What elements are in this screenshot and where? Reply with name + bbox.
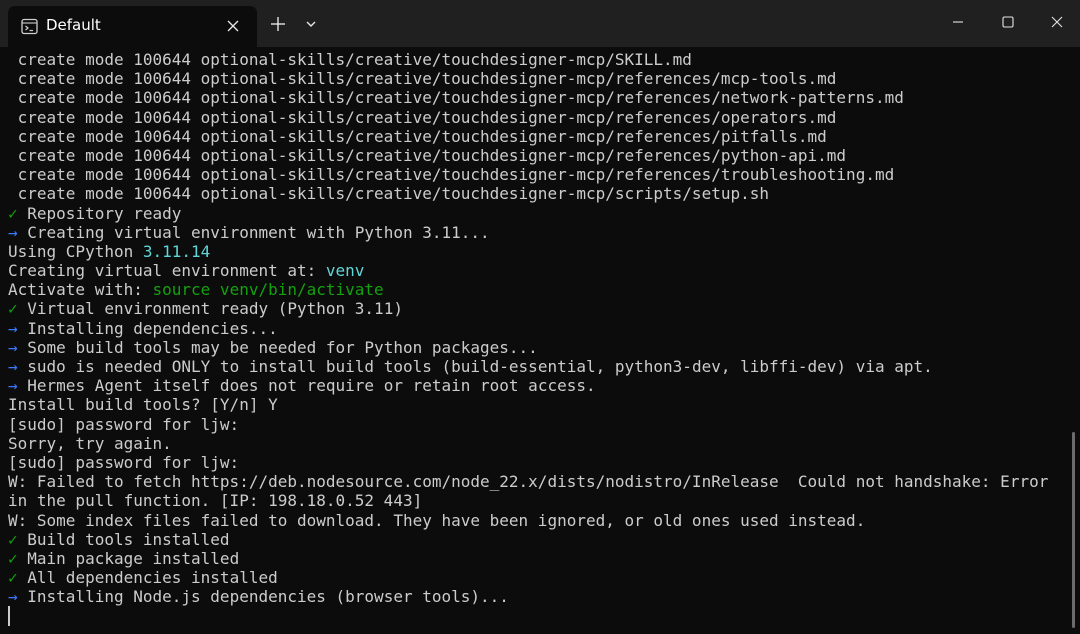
- terminal-text: Main package installed: [17, 548, 240, 568]
- terminal-line: in the pull function. [IP: 198.18.0.52 4…: [8, 491, 1048, 510]
- terminal-text: create mode 100644 optional-skills/creat…: [8, 145, 847, 165]
- terminal-text: Using CPython: [8, 241, 143, 261]
- terminal-text: 3.11.14: [142, 241, 211, 261]
- terminal-text: Installing Node.js dependencies (browser…: [17, 587, 509, 607]
- terminal-text: create mode 100644 optional-skills/creat…: [8, 165, 895, 185]
- terminal-line: create mode 100644 optional-skills/creat…: [8, 88, 1048, 107]
- text-cursor: [8, 606, 10, 626]
- terminal-text: Build tools installed: [17, 529, 230, 549]
- terminal-line: → Installing dependencies...: [8, 319, 1048, 338]
- terminal-line: ✓ Repository ready: [8, 204, 1048, 223]
- terminal-icon: [21, 18, 38, 35]
- check-icon: ✓: [8, 299, 18, 319]
- check-icon: ✓: [8, 548, 18, 568]
- title-bar[interactable]: Default: [0, 0, 1080, 47]
- new-tab-plus-icon[interactable]: [268, 14, 288, 34]
- terminal-text: Install build tools? [Y/n] Y: [8, 395, 278, 415]
- terminal-text: W: Failed to fetch https://deb.nodesourc…: [8, 472, 1049, 492]
- terminal-line: create mode 100644 optional-skills/creat…: [8, 127, 1048, 146]
- arrow-right-icon: →: [8, 587, 18, 607]
- tab-title: Default: [46, 16, 101, 34]
- terminal-line: ✓ Virtual environment ready (Python 3.11…: [8, 299, 1048, 318]
- terminal-text: Virtual environment ready (Python 3.11): [17, 299, 403, 319]
- scrollbar-thumb[interactable]: [1072, 432, 1075, 628]
- terminal-line: create mode 100644 optional-skills/creat…: [8, 69, 1048, 88]
- terminal-line: ✓ All dependencies installed: [8, 568, 1048, 587]
- terminal-text: Repository ready: [17, 203, 182, 223]
- terminal-line: create mode 100644 optional-skills/creat…: [8, 108, 1048, 127]
- terminal-text: create mode 100644 optional-skills/creat…: [8, 126, 827, 146]
- terminal-line: → sudo is needed ONLY to install build t…: [8, 357, 1048, 376]
- terminal-line: [sudo] password for ljw:: [8, 415, 1048, 434]
- terminal-line: ✓ Main package installed: [8, 549, 1048, 568]
- terminal-text: create mode 100644 optional-skills/creat…: [8, 107, 837, 127]
- check-icon: ✓: [8, 203, 18, 223]
- check-icon: ✓: [8, 568, 18, 588]
- terminal-line: → Installing Node.js dependencies (brows…: [8, 587, 1048, 606]
- terminal-text: venv: [325, 261, 365, 281]
- tab-default[interactable]: Default: [8, 6, 257, 47]
- terminal-text: Hermes Agent itself does not require or …: [17, 376, 596, 396]
- arrow-right-icon: →: [8, 376, 18, 396]
- minimize-icon[interactable]: [935, 8, 981, 36]
- terminal-text: All dependencies installed: [17, 568, 278, 588]
- terminal-text: [sudo] password for ljw:: [8, 414, 240, 434]
- arrow-right-icon: →: [8, 357, 18, 376]
- terminal-line: create mode 100644 optional-skills/creat…: [8, 146, 1048, 165]
- terminal-text: W: Some index files failed to download. …: [8, 510, 866, 530]
- terminal-text: Creating virtual environment at:: [8, 261, 326, 281]
- arrow-right-icon: →: [8, 222, 18, 242]
- terminal-window: Default create mode 100644 optional-skil…: [0, 0, 1080, 634]
- terminal-text: in the pull function. [IP: 198.18.0.52 4…: [8, 491, 423, 511]
- terminal-line: Using CPython 3.11.14: [8, 242, 1048, 261]
- arrow-right-icon: →: [8, 337, 18, 357]
- chevron-down-icon[interactable]: [301, 14, 321, 34]
- arrow-right-icon: →: [8, 318, 18, 338]
- terminal-text: create mode 100644 optional-skills/creat…: [8, 88, 904, 108]
- terminal-text: Some build tools may be needed for Pytho…: [17, 337, 538, 357]
- terminal-text: Activate with:: [8, 280, 153, 300]
- terminal-lines: create mode 100644 optional-skills/creat…: [8, 50, 1048, 606]
- terminal-text: create mode 100644 optional-skills/creat…: [8, 69, 837, 89]
- terminal-text: Sorry, try again.: [8, 433, 172, 453]
- terminal-line: → Some build tools may be needed for Pyt…: [8, 338, 1048, 357]
- terminal-line: create mode 100644 optional-skills/creat…: [8, 165, 1048, 184]
- terminal-text: create mode 100644 optional-skills/creat…: [8, 50, 692, 69]
- terminal-line: ✓ Build tools installed: [8, 530, 1048, 549]
- terminal-line: W: Failed to fetch https://deb.nodesourc…: [8, 472, 1048, 491]
- terminal-line: create mode 100644 optional-skills/creat…: [8, 184, 1048, 203]
- terminal-line: → Creating virtual environment with Pyth…: [8, 223, 1048, 242]
- terminal-line: [sudo] password for ljw:: [8, 453, 1048, 472]
- terminal-line: Creating virtual environment at: venv: [8, 261, 1048, 280]
- check-icon: ✓: [8, 529, 18, 549]
- terminal-output[interactable]: create mode 100644 optional-skills/creat…: [0, 47, 1080, 634]
- terminal-line: W: Some index files failed to download. …: [8, 511, 1048, 530]
- terminal-text: sudo is needed ONLY to install build too…: [17, 357, 933, 376]
- terminal-text: Installing dependencies...: [17, 318, 278, 338]
- terminal-line: create mode 100644 optional-skills/creat…: [8, 50, 1048, 69]
- close-icon[interactable]: [1034, 8, 1080, 36]
- maximize-icon[interactable]: [985, 8, 1031, 36]
- terminal-text: source venv/bin/activate: [152, 280, 384, 300]
- terminal-text: [sudo] password for ljw:: [8, 452, 240, 472]
- terminal-line: → Hermes Agent itself does not require o…: [8, 376, 1048, 395]
- terminal-line: Sorry, try again.: [8, 434, 1048, 453]
- terminal-text: Creating virtual environment with Python…: [17, 222, 490, 242]
- terminal-line: Activate with: source venv/bin/activate: [8, 280, 1048, 299]
- terminal-line: Install build tools? [Y/n] Y: [8, 395, 1048, 414]
- tab-close-icon[interactable]: [224, 17, 242, 35]
- terminal-text: create mode 100644 optional-skills/creat…: [8, 184, 769, 204]
